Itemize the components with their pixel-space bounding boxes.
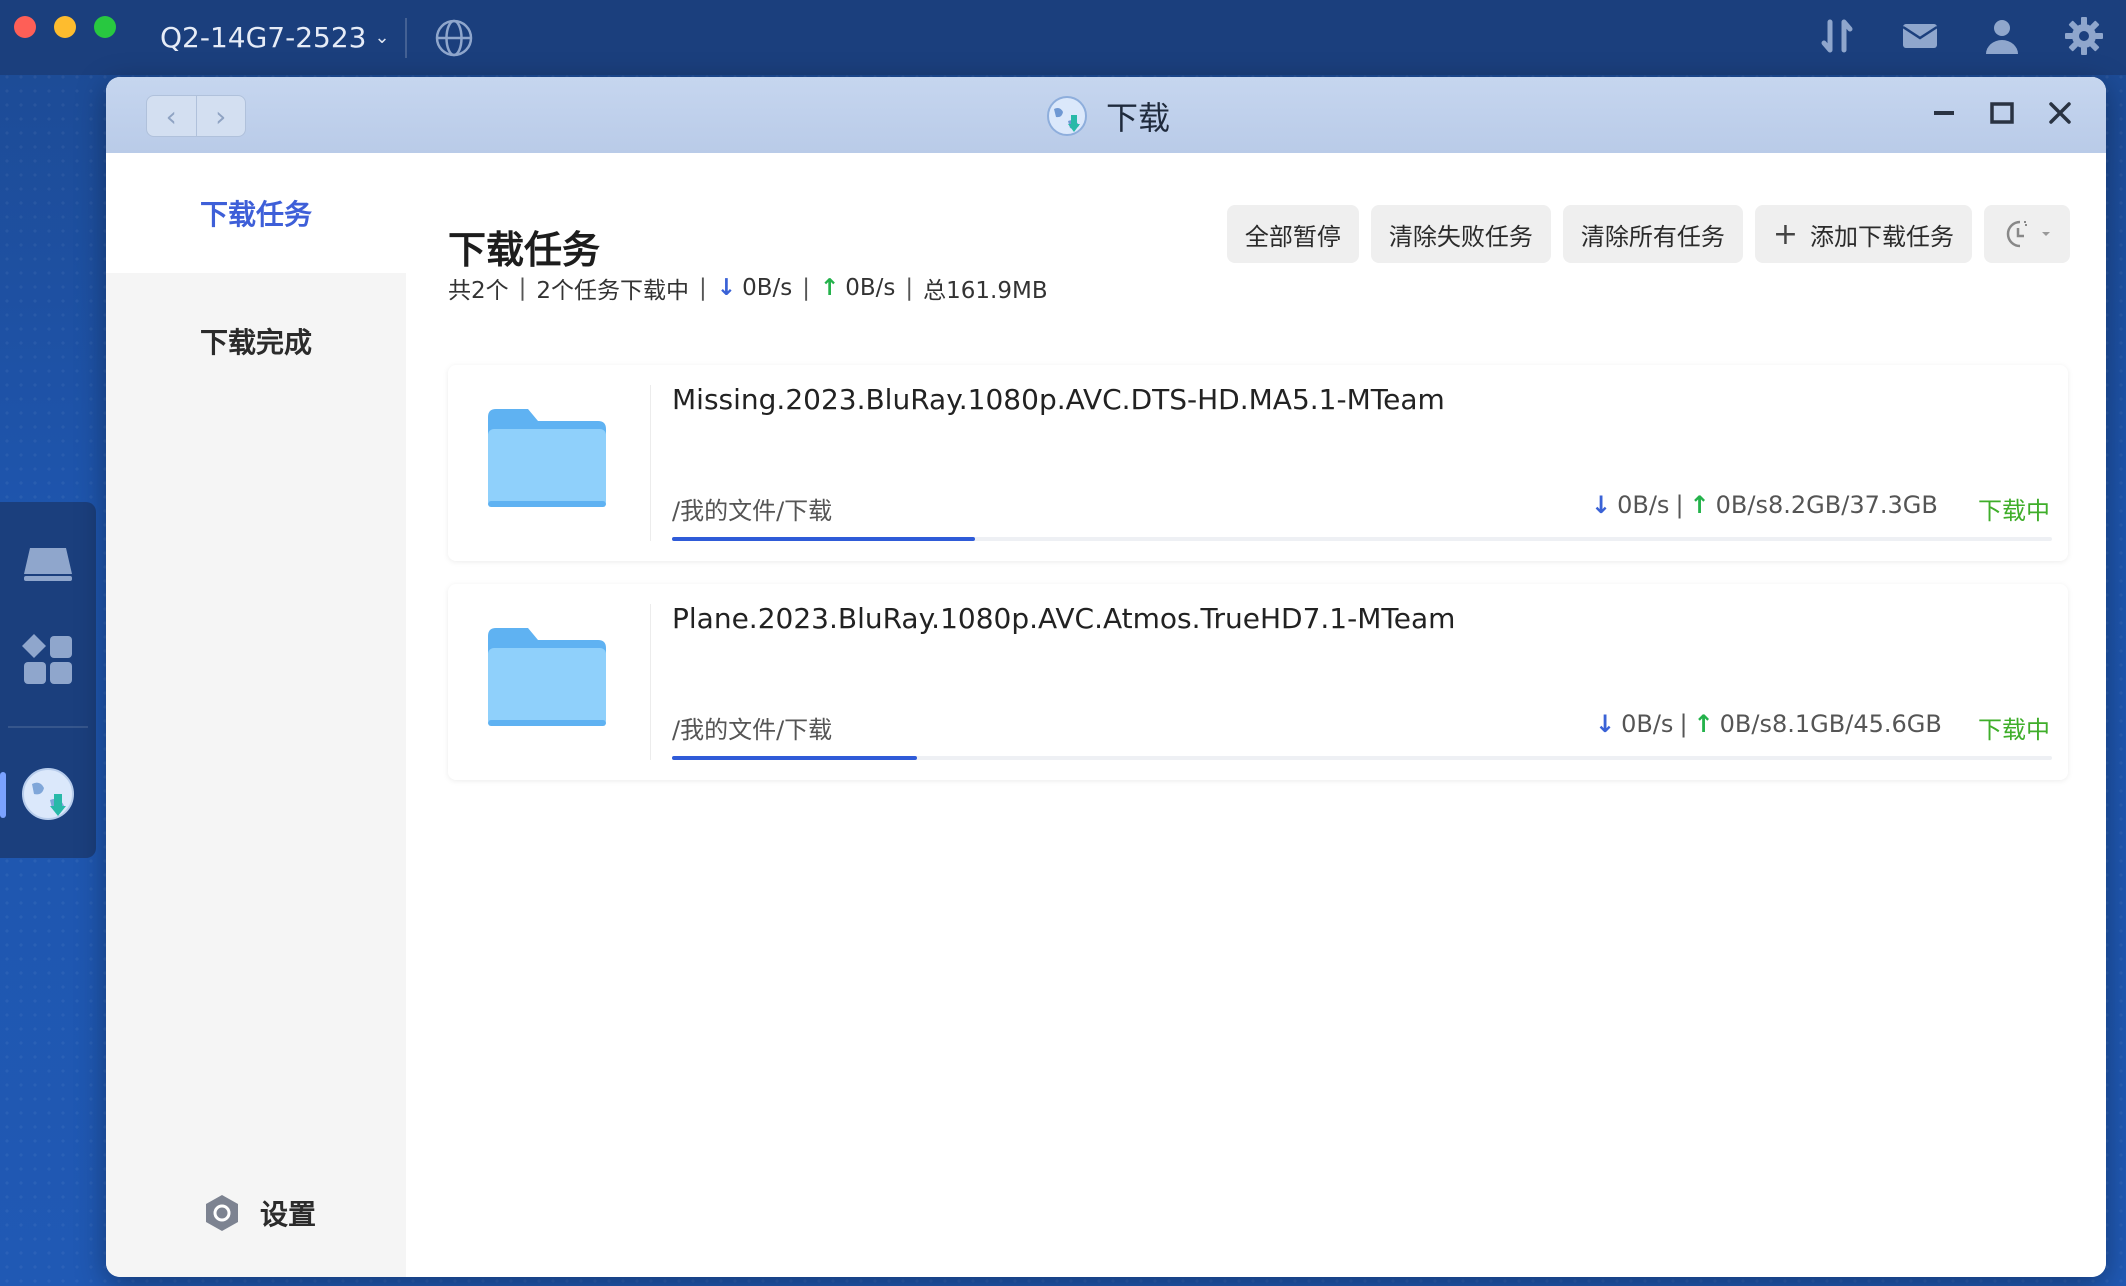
- folder-icon: [488, 628, 606, 726]
- sidebar-item-download-tasks[interactable]: 下载任务: [106, 153, 406, 273]
- clock-icon: [2006, 220, 2027, 248]
- window-title: 下载: [1046, 91, 1170, 141]
- storage-icon[interactable]: [18, 536, 78, 596]
- pause-all-label: 全部暂停: [1244, 222, 1341, 251]
- os-top-bar: Q2-14G7-2523 ⌄: [0, 0, 2126, 75]
- download-window: ‹ › 下载 下载任务 下载完成 设置 下载任务 全部暂停 清除失败任务 清除所…: [106, 77, 2106, 1277]
- main-panel: 下载任务 全部暂停 清除失败任务 清除所有任务 + 添加下载任务 共2个 | 2…: [406, 153, 2106, 1277]
- task-speeds: ↓ 0B/s | ↑ 0B/s: [1595, 710, 1772, 738]
- arrow-up-icon: ↑: [1693, 710, 1714, 738]
- apps-grid-icon[interactable]: [18, 630, 78, 690]
- clear-all-label: 清除所有任务: [1580, 222, 1725, 251]
- mail-icon[interactable]: [1898, 14, 1942, 58]
- progress-fill: [672, 537, 976, 541]
- summary-total-size: 总161.9MB: [923, 278, 1048, 304]
- task-status: 下载中: [1978, 497, 2050, 525]
- arrow-down-icon: ↓: [716, 275, 737, 301]
- transfer-icon[interactable]: [1816, 14, 1860, 58]
- close-dot[interactable]: [14, 16, 36, 38]
- sidebar-item-completed[interactable]: 下载完成: [106, 281, 406, 401]
- clear-failed-button[interactable]: 清除失败任务: [1370, 205, 1551, 263]
- plus-icon: +: [1772, 216, 1798, 252]
- progress-track: [672, 537, 2052, 541]
- pause-all-button[interactable]: 全部暂停: [1226, 205, 1359, 263]
- task-path: /我的文件/下载: [672, 716, 833, 744]
- task-name: Missing.2023.BluRay.1080p.AVC.DTS-HD.MA5…: [672, 383, 1445, 416]
- task-path: /我的文件/下载: [672, 497, 833, 525]
- settings-hex-icon: [206, 1195, 238, 1231]
- task-down-speed: 0B/s: [1617, 491, 1670, 519]
- sidebar: 下载任务 下载完成 设置: [106, 153, 406, 1277]
- forward-button[interactable]: ›: [197, 96, 246, 136]
- progress-fill: [672, 756, 918, 760]
- task-up-speed: 0B/s: [1715, 491, 1768, 519]
- maximize-icon[interactable]: [1986, 97, 2018, 129]
- add-task-label: 添加下载任务: [1810, 222, 1954, 251]
- arrow-down-icon: ↓: [1595, 710, 1616, 738]
- summary-total: 共2个: [448, 278, 509, 304]
- task-speeds: ↓ 0B/s | ↑ 0B/s: [1591, 491, 1768, 519]
- summary-down-speed: 0B/s: [742, 275, 793, 301]
- gear-icon[interactable]: [2062, 14, 2106, 58]
- minimize-icon[interactable]: [1928, 97, 1960, 129]
- arrow-up-icon: ↑: [819, 275, 840, 301]
- download-app-icon[interactable]: [18, 764, 78, 824]
- arrow-down-icon: ↓: [1591, 491, 1612, 519]
- device-name: Q2-14G7-2523: [160, 20, 367, 54]
- download-app-logo-icon: [1047, 96, 1087, 136]
- clear-all-button[interactable]: 清除所有任务: [1562, 205, 1743, 263]
- settings-label: 设置: [260, 1198, 317, 1231]
- page-title: 下载任务: [448, 228, 601, 272]
- task-down-speed: 0B/s: [1621, 710, 1674, 738]
- title-bar: ‹ › 下载: [106, 77, 2106, 153]
- arrow-up-icon: ↑: [1689, 491, 1710, 519]
- active-indicator: [0, 772, 6, 818]
- window-controls: [1928, 97, 2076, 129]
- minimize-dot[interactable]: [54, 16, 76, 38]
- add-task-button[interactable]: + 添加下载任务: [1754, 205, 1972, 263]
- summary-bar: 共2个 | 2个任务下载中 | ↓ 0B/s | ↑ 0B/s | 总161.9…: [448, 271, 1048, 305]
- card-divider: [650, 604, 651, 760]
- task-status: 下载中: [1978, 716, 2050, 744]
- task-size: 8.2GB/37.3GB: [1768, 491, 1938, 519]
- progress-track: [672, 756, 2052, 760]
- app-dock: [0, 502, 96, 858]
- user-icon[interactable]: [1980, 14, 2024, 58]
- caret-down-icon: [2042, 232, 2050, 236]
- os-divider: [405, 18, 407, 58]
- summary-downloading: 2个任务下载中: [536, 278, 690, 304]
- task-size: 8.1GB/45.6GB: [1772, 710, 1942, 738]
- sidebar-item-label: 下载任务: [200, 198, 313, 231]
- schedule-dropdown-button[interactable]: [1984, 205, 2070, 263]
- task-card[interactable]: Missing.2023.BluRay.1080p.AVC.DTS-HD.MA5…: [448, 365, 2068, 561]
- chevron-down-icon: ⌄: [374, 26, 390, 48]
- nav-buttons: ‹ ›: [146, 95, 246, 137]
- back-button[interactable]: ‹: [147, 96, 197, 136]
- device-selector[interactable]: Q2-14G7-2523 ⌄: [160, 18, 390, 56]
- sidebar-item-label: 下载完成: [200, 326, 313, 359]
- zoom-dot[interactable]: [94, 16, 116, 38]
- task-name: Plane.2023.BluRay.1080p.AVC.Atmos.TrueHD…: [672, 602, 1456, 635]
- window-title-text: 下载: [1106, 99, 1171, 137]
- close-icon[interactable]: [2044, 97, 2076, 129]
- globe-icon[interactable]: [434, 18, 474, 58]
- dock-divider: [8, 726, 88, 728]
- summary-up-speed: 0B/s: [845, 275, 896, 301]
- task-card[interactable]: Plane.2023.BluRay.1080p.AVC.Atmos.TrueHD…: [448, 584, 2068, 780]
- folder-icon: [488, 409, 606, 507]
- task-up-speed: 0B/s: [1719, 710, 1772, 738]
- clear-failed-label: 清除失败任务: [1388, 222, 1533, 251]
- traffic-lights: [14, 16, 116, 38]
- card-divider: [650, 385, 651, 541]
- toolbar: 全部暂停 清除失败任务 清除所有任务 + 添加下载任务: [1226, 205, 2070, 263]
- settings-button[interactable]: 设置: [202, 1193, 316, 1233]
